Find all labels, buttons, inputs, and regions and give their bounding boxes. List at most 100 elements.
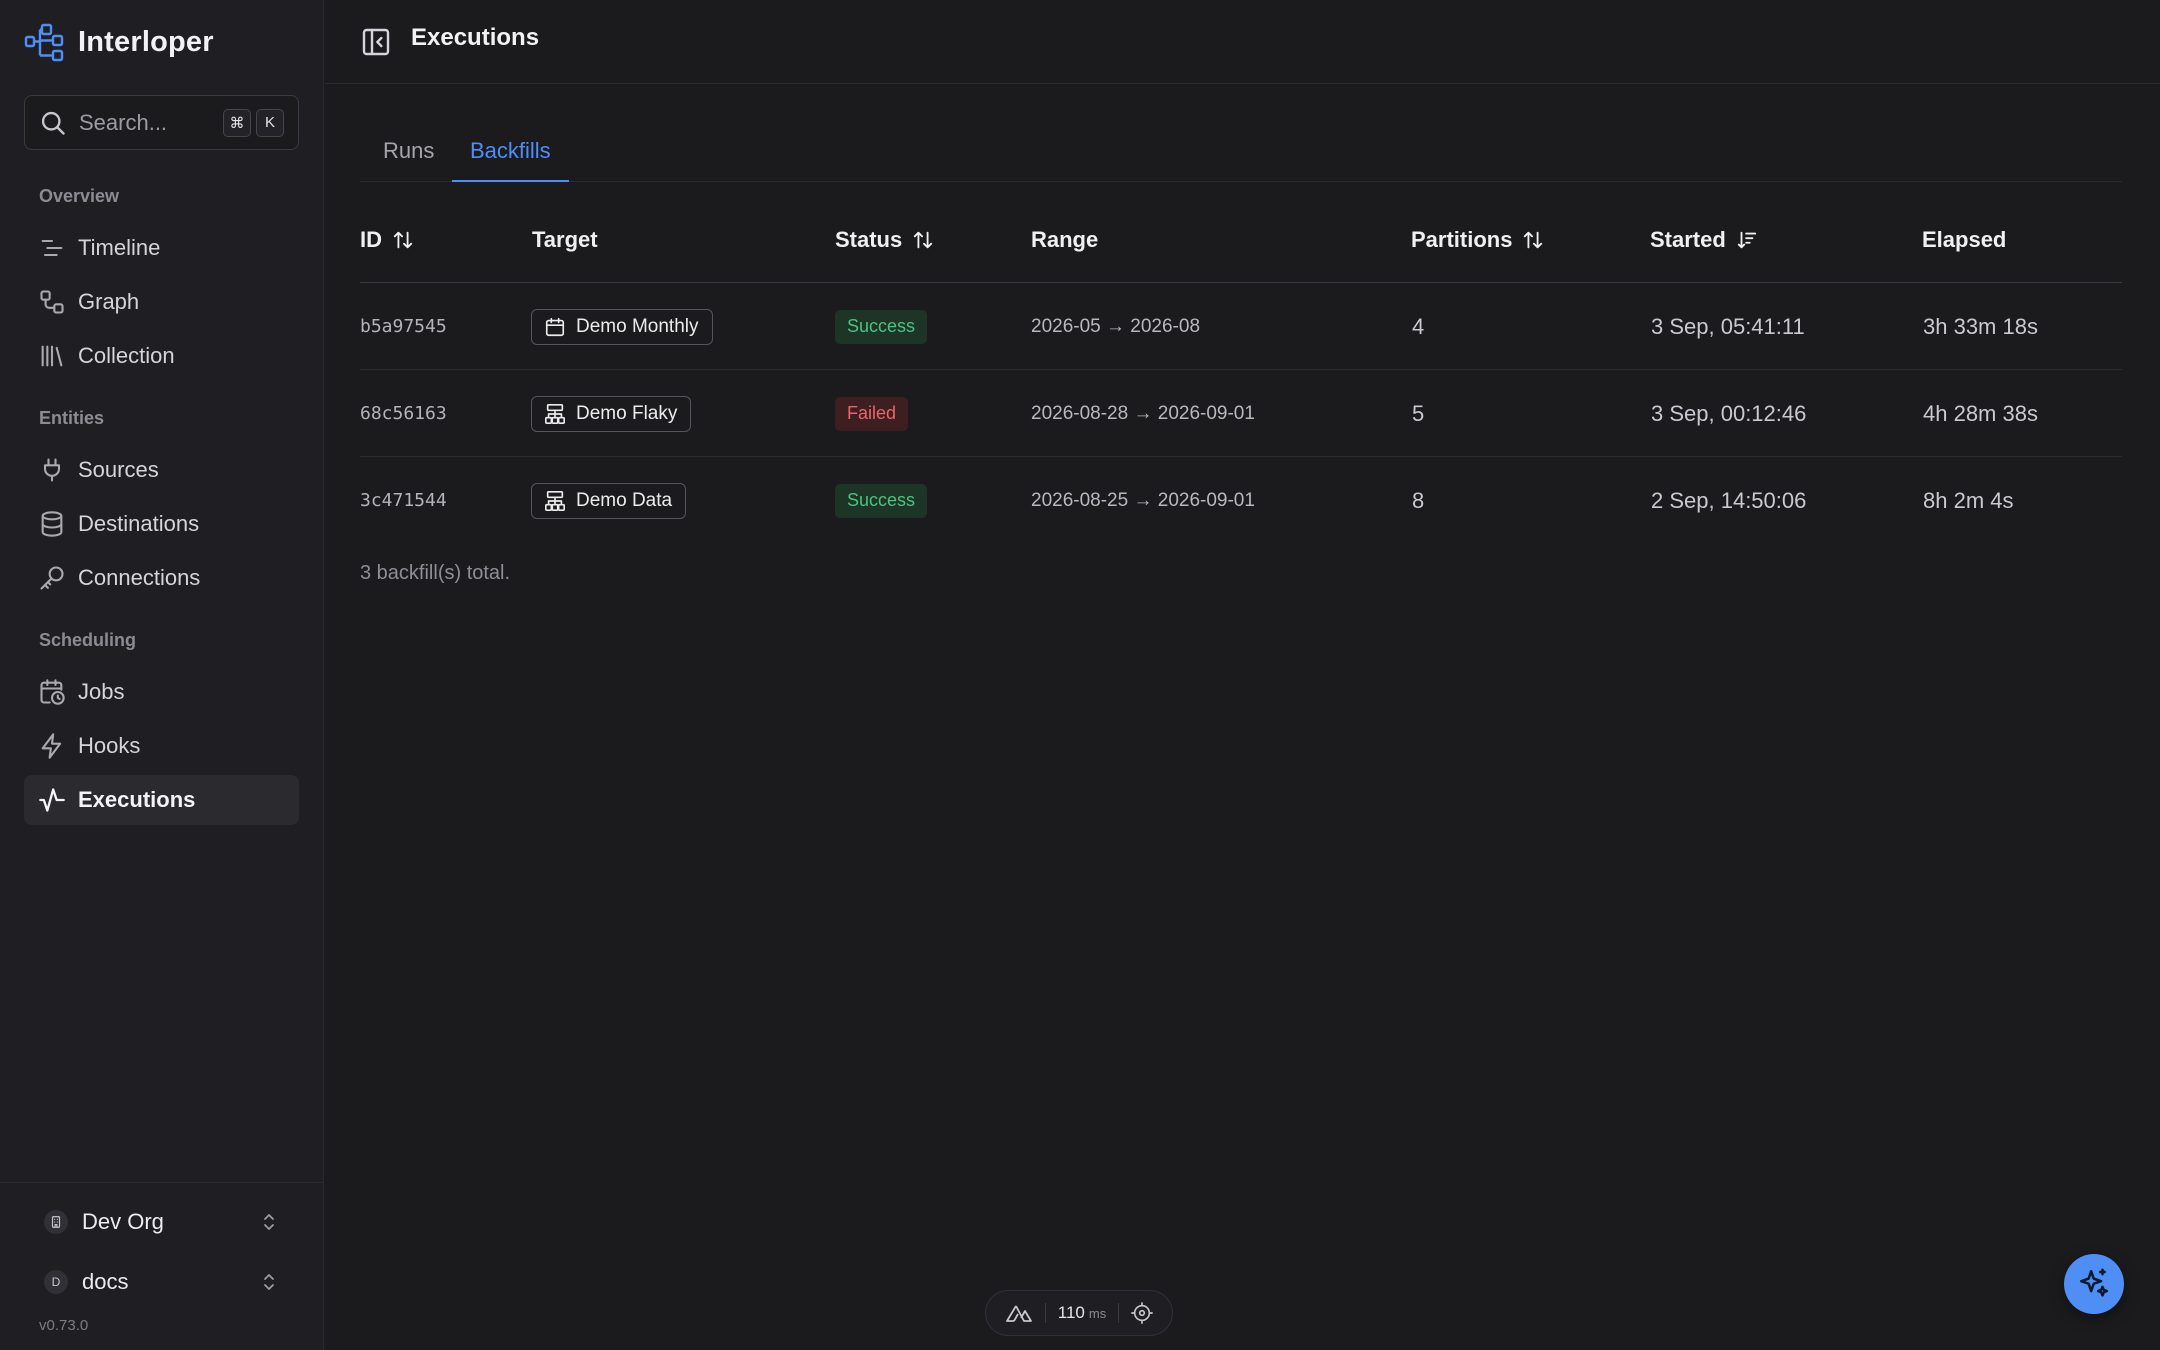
column-header-elapsed: Elapsed <box>1922 227 2006 253</box>
status-badge: Success <box>835 309 928 344</box>
cell-target: Demo Monthly <box>531 283 713 370</box>
cell-partitions: 8 <box>1412 487 1425 513</box>
sidebar-item-collection[interactable]: Collection <box>24 331 299 381</box>
org-name: Dev Org <box>82 1209 164 1234</box>
sort-icon <box>914 231 933 249</box>
cell-status: Failed <box>835 370 909 457</box>
render-time-value: 110 <box>1057 1303 1085 1322</box>
cell-partitions: 5 <box>1412 400 1425 426</box>
backfills-table: ID Target Status Range Partitions Starte… <box>360 205 2122 544</box>
sidebar-item-label: Connections <box>78 565 201 590</box>
building-icon <box>44 1210 68 1234</box>
sidebar-item-destinations[interactable]: Destinations <box>24 499 299 549</box>
column-header-partitions[interactable]: Partitions <box>1411 227 1544 253</box>
sidebar-item-timeline[interactable]: Timeline <box>24 223 299 273</box>
cell-started: 3 Sep, 00:12:46 <box>1651 400 1807 426</box>
cell-target: Demo Flaky <box>531 370 692 457</box>
sidebar-toggle-icon[interactable] <box>360 26 392 58</box>
cell-range: 2026-05 → 2026-08 <box>1031 315 1201 337</box>
target-name: Demo Monthly <box>576 315 699 337</box>
crosshair-icon <box>1131 1302 1154 1324</box>
sidebar-item-jobs[interactable]: Jobs <box>24 667 299 717</box>
network-icon <box>545 403 565 424</box>
calendar-clock-icon <box>40 679 65 705</box>
target-link[interactable]: Demo Monthly <box>531 308 713 345</box>
logo-icon <box>24 23 64 62</box>
activity-icon <box>39 788 65 812</box>
sort-icon <box>393 231 413 249</box>
sidebar-item-label: Collection <box>78 343 175 368</box>
column-label: ID <box>360 227 382 252</box>
cell-partitions: 4 <box>1412 313 1425 339</box>
org-switcher[interactable]: Dev Org <box>24 1197 299 1247</box>
target-link[interactable]: Demo Flaky <box>531 395 692 432</box>
tab-backfills[interactable]: Backfills <box>452 128 569 182</box>
database-icon <box>41 511 63 537</box>
chevrons-up-down-icon <box>264 1274 274 1290</box>
cell-started: 2 Sep, 14:50:06 <box>1651 487 1807 513</box>
devtools-logo-button[interactable] <box>993 1303 1045 1323</box>
sidebar-item-connections[interactable]: Connections <box>24 553 299 603</box>
sidebar-item-label: Executions <box>78 787 196 812</box>
sort-descending-icon <box>1737 231 1756 249</box>
cell-id: 3c471544 <box>360 490 447 511</box>
cell-started: 3 Sep, 05:41:11 <box>1651 313 1805 339</box>
sidebar-item-label: Destinations <box>78 511 200 536</box>
key-icon <box>40 566 64 590</box>
column-header-target: Target <box>532 227 598 253</box>
cell-target: Demo Data <box>531 457 687 544</box>
sidebar-item-hooks[interactable]: Hooks <box>24 721 299 771</box>
table-row[interactable]: 3c471544 Demo Data Success 2026-08-25 → … <box>360 457 2122 544</box>
topbar: Executions <box>325 0 2160 84</box>
column-label: Status <box>835 227 903 252</box>
render-time-unit: ms <box>1088 1305 1107 1321</box>
cell-status: Success <box>835 283 928 370</box>
sidebar-item-label: Sources <box>78 457 159 482</box>
tab-runs[interactable]: Runs <box>365 128 452 182</box>
sidebar-footer <box>0 1182 324 1183</box>
table-total-count: 3 backfill(s) total. <box>360 562 511 584</box>
target-link[interactable]: Demo Data <box>531 482 687 519</box>
calendar-icon <box>545 317 565 336</box>
column-label: Elapsed <box>1922 227 2007 252</box>
sort-icon <box>1524 231 1543 249</box>
section-label-overview: Overview <box>39 186 120 206</box>
workspace-switcher[interactable]: D docs <box>24 1257 299 1307</box>
column-label: Partitions <box>1411 227 1513 252</box>
status-badge: Success <box>835 483 928 518</box>
column-header-id[interactable]: ID <box>360 227 414 253</box>
library-icon <box>41 345 63 367</box>
ai-assistant-button[interactable] <box>2064 1254 2124 1314</box>
chevrons-up-down-icon <box>264 1214 274 1230</box>
page-title: Executions <box>411 24 540 51</box>
column-label: Range <box>1031 227 1099 252</box>
app-version: v0.73.0 <box>39 1317 89 1334</box>
column-header-status[interactable]: Status <box>835 227 934 253</box>
cell-id: b5a97545 <box>360 316 447 337</box>
column-header-started[interactable]: Started <box>1650 227 1758 253</box>
shortcut-cmd-key: ⌘ <box>223 108 251 137</box>
status-badge: Failed <box>835 396 909 431</box>
sidebar-item-graph[interactable]: Graph <box>24 277 299 327</box>
plug-icon <box>43 458 61 482</box>
target-name: Demo Data <box>576 489 673 511</box>
sidebar-item-sources[interactable]: Sources <box>24 445 299 495</box>
inspect-button[interactable] <box>1119 1302 1165 1324</box>
app-name: Interloper <box>78 25 214 58</box>
search-input[interactable] <box>79 109 218 136</box>
column-label: Started <box>1650 227 1726 252</box>
table-header: ID Target Status Range Partitions Starte… <box>360 205 2122 283</box>
column-label: Target <box>532 227 598 252</box>
shortcut-k-key: K <box>256 108 284 137</box>
workspace-name: docs <box>82 1269 129 1294</box>
render-time: 110 ms <box>1046 1303 1118 1323</box>
brand[interactable]: Interloper <box>24 22 214 62</box>
graph-icon <box>40 290 64 314</box>
cell-id: 68c56163 <box>360 403 447 424</box>
sidebar-item-executions[interactable]: Executions <box>24 775 299 825</box>
tab-bar: Runs Backfills <box>360 128 2122 182</box>
table-row[interactable]: 68c56163 Demo Flaky Failed 2026-08-28 → … <box>360 370 2122 457</box>
network-icon <box>545 490 565 511</box>
search-box[interactable]: ⌘ K <box>24 95 299 150</box>
table-row[interactable]: b5a97545 Demo Monthly Success 2026-05 → … <box>360 283 2122 370</box>
